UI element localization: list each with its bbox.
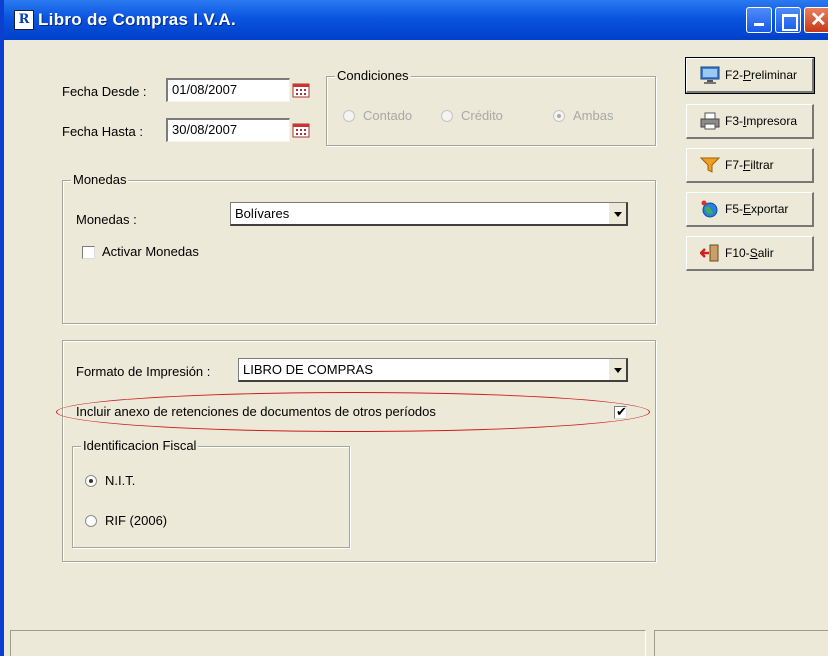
radio-circle — [441, 109, 453, 122]
checkmark-icon: ✔ — [616, 404, 627, 419]
chevron-down-icon[interactable] — [608, 203, 626, 224]
monedas-select[interactable]: Bolívares — [230, 202, 628, 226]
fecha-desde-input[interactable]: 01/08/2007 — [166, 78, 290, 102]
incluir-anexo-checkbox[interactable]: ✔ — [614, 404, 627, 419]
minimize-button[interactable] — [746, 7, 772, 33]
radio-circle — [85, 474, 97, 487]
monedas-label: Monedas : — [76, 212, 137, 227]
button-label: F7-Filtrar — [725, 158, 774, 172]
calendar-icon[interactable] — [292, 82, 310, 98]
close-button[interactable]: ✕ — [804, 7, 828, 33]
close-icon: ✕ — [810, 9, 827, 31]
status-bar-panel — [654, 630, 828, 656]
button-label: F2-Preliminar — [725, 68, 798, 82]
radio-circle — [343, 109, 355, 122]
button-label: F3-Impresora — [725, 114, 798, 128]
exit-door-icon — [699, 243, 721, 263]
incluir-anexo-label: Incluir anexo de retenciones de document… — [76, 404, 436, 419]
monitor-icon — [699, 65, 721, 85]
filtrar-button[interactable]: F7-Filtrar — [686, 148, 814, 183]
app-icon[interactable]: R — [14, 10, 34, 30]
activar-monedas-label: Activar Monedas — [102, 244, 199, 259]
monedas-value: Bolívares — [235, 206, 290, 221]
chevron-down-icon[interactable] — [608, 359, 626, 380]
radio-circle — [85, 514, 97, 527]
radio-label: Ambas — [573, 108, 614, 123]
radio-rif[interactable]: RIF (2006) — [85, 513, 167, 528]
radio-nit[interactable]: N.I.T. — [85, 473, 135, 488]
formato-label: Formato de Impresión : — [76, 364, 211, 379]
preliminar-button[interactable]: F2-Preliminar — [685, 57, 815, 94]
radio-credito[interactable]: Crédito — [441, 108, 503, 123]
globe-icon — [699, 199, 721, 219]
condiciones-title: Condiciones — [335, 68, 411, 83]
radio-contado[interactable]: Contado — [343, 108, 412, 123]
maximize-button[interactable] — [775, 7, 801, 33]
identificacion-fiscal-group: Identificacion Fiscal N.I.T. RIF (2006) — [72, 438, 350, 548]
fecha-hasta-input[interactable]: 30/08/2007 — [166, 118, 290, 142]
formato-value: LIBRO DE COMPRAS — [243, 362, 374, 377]
formato-select[interactable]: LIBRO DE COMPRAS — [238, 358, 628, 382]
monedas-group-title: Monedas — [71, 172, 129, 187]
funnel-icon — [699, 155, 721, 175]
salir-button[interactable]: F10-Salir — [686, 236, 814, 271]
status-bar-panel — [10, 630, 646, 656]
fecha-hasta-label: Fecha Hasta : — [62, 124, 143, 139]
radio-circle — [553, 109, 565, 122]
radio-label: Crédito — [461, 108, 503, 123]
radio-label: N.I.T. — [105, 473, 136, 488]
window: R Libro de Compras I.V.A. ✕ Fecha Desde … — [0, 0, 828, 656]
window-title: Libro de Compras I.V.A. — [38, 10, 237, 29]
calendar-icon[interactable] — [292, 122, 310, 138]
button-label: F5-Exportar — [725, 202, 789, 216]
printer-icon — [699, 111, 721, 131]
button-label: F10-Salir — [725, 246, 774, 260]
activar-monedas-checkbox[interactable] — [82, 246, 95, 259]
exportar-button[interactable]: F5-Exportar — [686, 192, 814, 227]
radio-ambas[interactable]: Ambas — [553, 108, 613, 123]
title-bar[interactable]: R Libro de Compras I.V.A. ✕ — [4, 0, 828, 40]
radio-label: RIF (2006) — [105, 513, 168, 528]
radio-label: Contado — [363, 108, 413, 123]
condiciones-group: Condiciones Contado Crédito Ambas — [326, 68, 656, 146]
identificacion-fiscal-title: Identificacion Fiscal — [81, 438, 199, 453]
fecha-desde-label: Fecha Desde : — [62, 84, 147, 99]
impresora-button[interactable]: F3-Impresora — [686, 104, 814, 139]
